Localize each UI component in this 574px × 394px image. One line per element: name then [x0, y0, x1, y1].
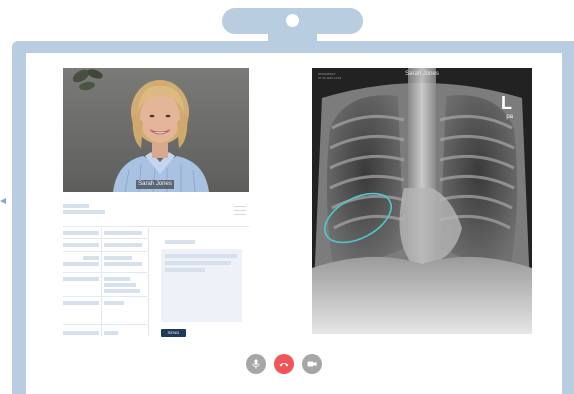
form-field-placeholder [63, 262, 99, 266]
phone-hangup-icon [279, 363, 289, 367]
form-field-placeholder [63, 243, 99, 247]
form-field-placeholder [104, 243, 142, 247]
form-field-placeholder [63, 277, 99, 281]
notes-textarea[interactable] [161, 249, 242, 322]
xray-patient-name: Sarah Jones [405, 71, 439, 77]
video-feed[interactable]: Sarah Jones [63, 68, 249, 192]
form-field-placeholder [104, 301, 124, 305]
form-field-placeholder [104, 283, 136, 287]
form-row-divider [63, 251, 147, 252]
form-field-placeholder [63, 331, 99, 335]
form-field-placeholder [63, 231, 99, 235]
webcam-lens [286, 14, 299, 27]
caller-name-tag: Sarah Jones [136, 180, 174, 189]
form-row-divider [63, 238, 147, 239]
xray-image [312, 68, 532, 334]
xray-side-marker: L [501, 93, 512, 113]
form-divider [63, 226, 249, 227]
mute-button[interactable] [246, 354, 266, 374]
form-field-placeholder [104, 231, 142, 235]
form-column-divider [101, 228, 102, 336]
form-subtitle-placeholder [63, 210, 105, 214]
xray-view-marker: pa [506, 114, 513, 120]
menu-icon[interactable] [234, 206, 246, 216]
form-field-placeholder [104, 262, 142, 266]
caller-avatar [113, 80, 209, 192]
notes-text-placeholder [165, 268, 205, 272]
video-camera-icon [307, 361, 317, 367]
form-column-divider [148, 228, 149, 336]
form-field-placeholder [104, 277, 130, 281]
microphone-icon [252, 359, 260, 369]
webcam-bar [222, 8, 363, 34]
hang-up-button[interactable] [274, 354, 294, 374]
notes-label-placeholder [165, 240, 195, 244]
form-row-divider [63, 324, 147, 325]
form-field-placeholder [83, 256, 99, 260]
form-field-placeholder [104, 289, 140, 293]
form-field-placeholder [104, 256, 132, 260]
notes-text-placeholder [165, 254, 237, 258]
form-row-divider [63, 296, 147, 297]
form-field-placeholder [63, 301, 99, 305]
notes-text-placeholder [165, 261, 231, 265]
xray-viewer[interactable]: #PDM46SR7 07.06.2022 11:23 Sarah Jones L… [312, 68, 532, 334]
webcam-mount [268, 34, 317, 41]
form-title-placeholder [63, 204, 89, 208]
send-button[interactable]: SEND [161, 329, 186, 337]
camera-button[interactable] [302, 354, 322, 374]
form-field-placeholder [104, 331, 118, 335]
form-row-divider [63, 272, 147, 273]
arrow-left-icon [0, 198, 6, 204]
